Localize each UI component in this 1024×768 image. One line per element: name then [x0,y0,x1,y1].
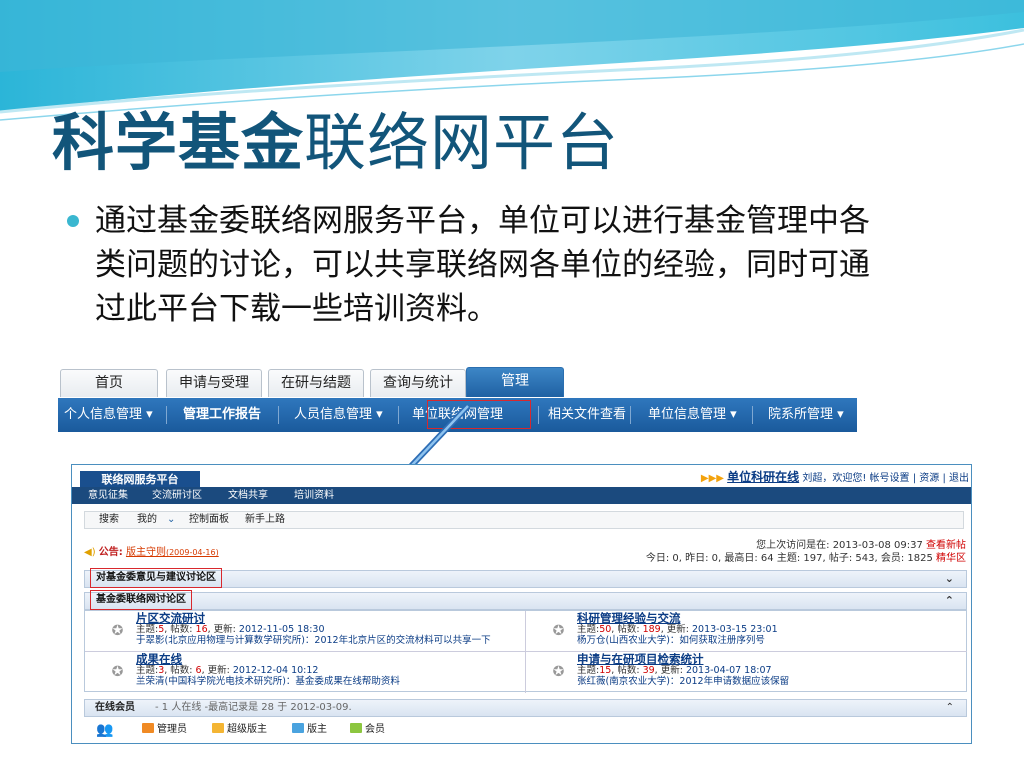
online-members-bar[interactable]: 在线会员 - 1 人在线 -最高记录是 28 于 2012-03-09. ⌃ [84,699,967,717]
menu-search[interactable]: 搜索 [99,512,119,528]
menu-newbie[interactable]: 新手上路 [245,512,285,528]
menu-mine[interactable]: 我的 [137,512,157,528]
board-item[interactable]: ✪ 片区交流研讨 主题:5, 帖数: 16, 更新: 2012-11-05 18… [85,611,526,652]
tab-home[interactable]: 首页 [60,369,158,397]
online-info: - 1 人在线 -最高记录是 28 于 2012-03-09. [155,702,352,713]
nav-discussion[interactable]: 交流研讨区 [152,487,202,504]
board-icon: ✪ [95,660,141,684]
digest-link[interactable]: 精华区 [936,553,966,564]
last-visit: 您上次访问是在: 2013-03-08 09:37 [756,540,923,551]
title-bold: 科学基金 [52,106,305,179]
online-title: 在线会员 [95,702,135,713]
tab-manage[interactable]: 管理 [466,367,564,397]
arrows-icon: ▶▶▶ [700,473,724,484]
legend-super-mod: 超级版主 [212,719,267,741]
welcome-text: 刘超，欢迎您! [802,473,867,484]
research-online-link[interactable]: 单位科研在线 [727,470,799,484]
board-latest[interactable]: 张红薇(南京农业大学)：2012年申请数据应该保留 [577,676,789,687]
chevron-down-icon[interactable]: ⌄ [945,571,954,587]
board-latest[interactable]: 于翠影(北京应用物理与计算数学研究所)：2012年北京片区的交流材料可以共享一下 [136,635,491,646]
forum-window: 联络网服务平台 ▶▶▶ 单位科研在线 刘超，欢迎您! 帐号设置 | 资源 | 退… [71,464,972,744]
board-item[interactable]: ✪ 科研管理经验与交流 主题:50, 帖数: 189, 更新: 2013-03-… [526,611,967,652]
account-links[interactable]: 帐号设置 | 资源 | 退出 [870,473,969,484]
legend-mod: 版主 [292,719,327,741]
tab-query[interactable]: 查询与统计 [370,369,466,397]
nav-docs[interactable]: 文档共享 [228,487,268,504]
forum-nav: 意见征集 交流研讨区 文档共享 培训资料 [72,487,971,504]
board-icon: ✪ [536,619,582,643]
slide-title: 科学基金联络网平台 [52,106,619,180]
board-latest[interactable]: 兰荣清(中国科学院光电技术研究所)：基金委成果在线帮助资料 [136,676,400,687]
forum-top-links: ▶▶▶ 单位科研在线 刘超，欢迎您! 帐号设置 | 资源 | 退出 [701,468,969,485]
menu-panel[interactable]: 控制面板 [189,512,229,528]
visit-info: 您上次访问是在: 2013-03-08 09:37 查看新帖 今日: 0, 昨日… [646,539,966,565]
board-icon: ✪ [95,619,141,643]
chevron-up-icon[interactable]: ⌃ [946,700,954,716]
tab-ongoing[interactable]: 在研与结题 [268,369,364,397]
dropdown-icon[interactable]: ⌄ [167,512,175,528]
view-new-link[interactable]: 查看新帖 [926,540,966,551]
board-icon: ✪ [536,660,582,684]
member-legend: 👥 管理员 超级版主 版主 会员 [84,719,967,741]
section-network[interactable]: 基金委联络网讨论区 ⌃ [84,590,967,610]
board-latest[interactable]: 杨万仓(山西农业大学)：如何获取注册序列号 [577,635,765,646]
notice-label: 公告: [98,547,123,558]
board-item[interactable]: ✪ 申请与在研项目检索统计 主题:15, 帖数: 39, 更新: 2013-04… [526,652,967,693]
legend-member: 会员 [350,719,385,741]
subnav-files[interactable]: 相关文件查看 [548,398,626,432]
notice-rule-link[interactable]: 版主守则(2009-04-16) [126,547,219,558]
subnav-report[interactable]: 管理工作报告 [183,398,261,432]
subnav-personal[interactable]: 个人信息管理 ▾ [64,398,153,432]
board-item[interactable]: ✪ 成果在线 主题:3, 帖数: 6, 更新: 2012-12-04 10:12… [85,652,526,693]
section-opinion-title: 对基金委意见与建议讨论区 [90,568,222,588]
subnav-unit[interactable]: 单位信息管理 ▾ [648,398,737,432]
slide: 科学基金联络网平台 通过基金委联络网服务平台，单位可以进行基金管理中各类问题的讨… [0,0,1024,768]
section-network-title: 基金委联络网讨论区 [90,590,192,610]
tab-apply[interactable]: 申请与受理 [166,369,262,397]
chevron-up-icon[interactable]: ⌃ [945,593,954,609]
board-grid: ✪ 片区交流研讨 主题:5, 帖数: 16, 更新: 2012-11-05 18… [84,610,967,693]
members-icon: 👥 [96,722,114,738]
nav-opinion[interactable]: 意见征集 [88,487,128,504]
title-rest: 联络网平台 [304,106,620,179]
speaker-icon: ◀) [84,547,96,558]
nav-training[interactable]: 培训资料 [294,487,334,504]
subnav-dept[interactable]: 院系所管理 ▾ [768,398,844,432]
bullet-dot-icon [67,215,79,227]
bullet-text: 通过基金委联络网服务平台，单位可以进行基金管理中各类问题的讨论，可以共享联络网各… [95,203,870,327]
notice: ◀) 公告: 版主守则(2009-04-16) [84,543,219,558]
forum-menu: 搜索 我的 ⌄ 控制面板 新手上路 [84,511,964,529]
legend-admin: 管理员 [142,719,187,741]
section-opinion[interactable]: 对基金委意见与建议讨论区 ⌄ [84,568,967,588]
forum-stats: 今日: 0, 昨日: 0, 最高日: 64 主题: 197, 帖子: 543, … [645,553,933,564]
